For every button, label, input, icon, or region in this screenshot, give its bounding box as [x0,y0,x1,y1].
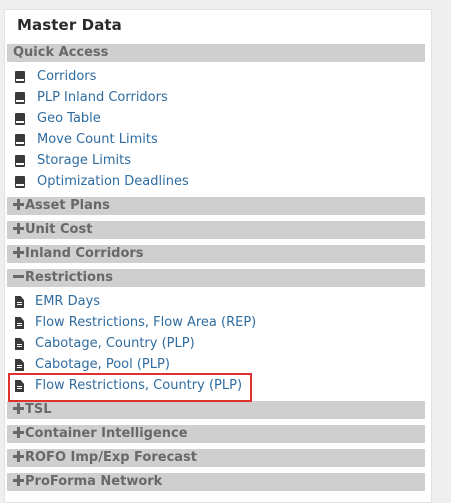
item-label: Cabotage, Pool (PLP) [35,357,170,372]
section-label: TSL [25,402,52,417]
section-header-restrictions[interactable]: Restrictions [7,269,425,287]
plus-icon [13,475,24,486]
item-label: Corridors [37,69,97,84]
item-label: EMR Days [35,294,101,309]
document-icon [15,317,24,329]
item-label: Move Count Limits [37,132,158,147]
document-icon [15,338,24,350]
section-header-proforma-network[interactable]: ProForma Network [7,473,425,491]
item-label: Optimization Deadlines [37,174,189,189]
plus-icon [13,199,24,210]
section-header-container-intelligence[interactable]: Container Intelligence [7,425,425,443]
section-header-rofo[interactable]: ROFO Imp/Exp Forecast [7,449,425,467]
section-header-quick-access[interactable]: Quick Access [7,44,425,62]
section-label: Quick Access [13,45,109,60]
document-icon [15,296,24,308]
item-label: PLP Inland Corridors [37,90,168,105]
section-label: Container Intelligence [25,426,188,441]
panel-title: Master Data [17,16,122,34]
section-header-tsl[interactable]: TSL [7,401,425,419]
book-icon [15,134,25,146]
section-label: Restrictions [25,270,113,285]
section-label: Inland Corridors [25,246,144,261]
minus-icon [13,271,24,282]
section-label: ProForma Network [25,474,163,489]
master-data-panel: Master Data Quick Access Corridors PLP I… [4,9,432,503]
item-label: Storage Limits [37,153,131,168]
highlight-box [8,373,252,402]
section-label: Unit Cost [25,222,93,237]
plus-icon [13,223,24,234]
plus-icon [13,427,24,438]
item-label: Cabotage, Country (PLP) [35,336,195,351]
book-icon [15,113,25,125]
book-icon [15,71,25,83]
item-label: Geo Table [37,111,101,126]
section-label: Asset Plans [25,198,110,213]
section-header-unit-cost[interactable]: Unit Cost [7,221,425,239]
plus-icon [13,451,24,462]
plus-icon [13,247,24,258]
book-icon [15,176,25,188]
document-icon [15,359,24,371]
plus-icon [13,403,24,414]
book-icon [15,92,25,104]
section-header-asset-plans[interactable]: Asset Plans [7,197,425,215]
item-label: Flow Restrictions, Flow Area (REP) [35,315,257,330]
book-icon [15,155,25,167]
section-label: ROFO Imp/Exp Forecast [25,450,197,465]
section-header-inland-corridors[interactable]: Inland Corridors [7,245,425,263]
